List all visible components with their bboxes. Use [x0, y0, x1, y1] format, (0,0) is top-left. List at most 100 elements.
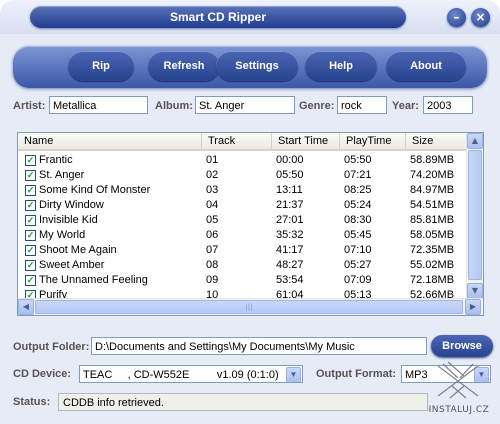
status-label: Status: [13, 396, 51, 408]
track-playtime: 07:10 [344, 244, 372, 256]
track-playtime: 05:24 [344, 199, 372, 211]
cd-device-select[interactable]: TEAC , CD-W552E v1.09 (0:1:0) ▼ [79, 365, 303, 383]
track-start: 48:27 [276, 259, 304, 271]
track-checkbox[interactable]: ✓ [25, 170, 36, 181]
track-size: 58.05MB [410, 229, 455, 241]
watermark-text: INSTALUJ.CZ [428, 405, 490, 415]
year-field[interactable]: 2003 [423, 96, 473, 114]
track-start: 13:11 [276, 184, 303, 196]
toolbar: Rip Refresh Settings Help About [13, 46, 487, 88]
track-start: 53:54 [276, 274, 304, 286]
track-list[interactable]: Name Track Start Time PlayTime Size ✓ Fr… [17, 132, 484, 316]
cd-device-value: TEAC , CD-W552E v1.09 (0:1:0) [83, 369, 279, 381]
track-number: 06 [206, 229, 219, 241]
artist-field[interactable]: Metallica [49, 96, 148, 114]
help-button[interactable]: Help [305, 51, 377, 81]
track-start: 27:01 [276, 214, 304, 226]
vertical-scrollbar[interactable]: ▲ ▼ [466, 133, 483, 299]
track-name: My World [39, 229, 86, 241]
output-format-label: Output Format: [316, 368, 397, 380]
settings-button[interactable]: Settings [216, 51, 298, 81]
track-row[interactable]: ✓ St. Anger 02 05:50 07:21 74.20MB [18, 168, 468, 183]
column-header-playtime[interactable]: PlayTime [340, 133, 406, 151]
track-number: 01 [206, 154, 219, 166]
track-name: The Unnamed Feeling [39, 274, 148, 286]
browse-button[interactable]: Browse [431, 335, 493, 357]
output-folder-label: Output Folder: [13, 341, 90, 353]
horizontal-scroll-thumb[interactable]: ||| [35, 300, 463, 314]
track-checkbox[interactable]: ✓ [25, 275, 36, 286]
track-name: Sweet Amber [39, 259, 105, 271]
track-row[interactable]: ✓ Dirty Window 04 21:37 05:24 54.51MB [18, 198, 468, 213]
scroll-up-icon[interactable]: ▲ [467, 133, 483, 149]
track-name: St. Anger [39, 169, 85, 181]
track-number: 07 [206, 244, 219, 256]
column-header-track[interactable]: Track [202, 133, 272, 151]
track-playtime: 07:21 [344, 169, 372, 181]
artist-label: Artist: [13, 100, 46, 112]
track-size: 72.18MB [410, 274, 455, 286]
track-start: 00:00 [276, 154, 304, 166]
track-name: Dirty Window [39, 199, 104, 211]
track-number: 08 [206, 259, 219, 271]
track-row[interactable]: ✓ Frantic 01 00:00 05:50 58.89MB [18, 153, 468, 168]
column-header-name[interactable]: Name [18, 133, 202, 151]
scroll-down-icon[interactable]: ▼ [467, 283, 483, 299]
track-name: Some Kind Of Monster [39, 184, 151, 196]
track-name: Frantic [39, 154, 73, 166]
scroll-right-icon[interactable]: ▶ [465, 299, 481, 315]
scroll-left-icon[interactable]: ◀ [18, 299, 34, 315]
track-playtime: 05:45 [344, 229, 372, 241]
track-number: 05 [206, 214, 219, 226]
genre-label: Genre: [299, 100, 335, 112]
column-header-start-time[interactable]: Start Time [272, 133, 340, 151]
album-label: Album: [155, 100, 193, 112]
track-row[interactable]: ✓ Invisible Kid 05 27:01 08:30 85.81MB [18, 213, 468, 228]
chevron-down-icon[interactable]: ▼ [286, 367, 301, 382]
refresh-button[interactable]: Refresh [148, 51, 220, 81]
track-number: 04 [206, 199, 219, 211]
rip-button[interactable]: Rip [68, 51, 134, 81]
close-button[interactable]: × [471, 8, 490, 27]
track-name: Invisible Kid [39, 214, 98, 226]
track-size: 84.97MB [410, 184, 455, 196]
track-checkbox[interactable]: ✓ [25, 200, 36, 211]
track-row[interactable]: ✓ Sweet Amber 08 48:27 05:27 55.02MB [18, 258, 468, 273]
track-name: Shoot Me Again [39, 244, 117, 256]
track-checkbox[interactable]: ✓ [25, 215, 36, 226]
track-start: 35:32 [276, 229, 304, 241]
minimize-button[interactable]: – [447, 8, 466, 27]
track-checkbox[interactable]: ✓ [25, 185, 36, 196]
track-size: 85.81MB [410, 214, 455, 226]
column-header-size[interactable]: Size [406, 133, 468, 151]
track-size: 58.89MB [410, 154, 455, 166]
app-window: Smart CD Ripper – × Rip Refresh Settings… [0, 0, 500, 424]
cd-device-label: CD Device: [13, 368, 72, 380]
track-number: 03 [206, 184, 219, 196]
year-label: Year: [392, 100, 419, 112]
track-row[interactable]: ✓ Some Kind Of Monster 03 13:11 08:25 84… [18, 183, 468, 198]
status-bar: CDDB info retrieved. [58, 393, 428, 411]
horizontal-scrollbar[interactable]: ◀ ||| ▶ [18, 298, 483, 315]
track-playtime: 05:50 [344, 154, 372, 166]
window-title: Smart CD Ripper [30, 6, 406, 28]
track-number: 09 [206, 274, 219, 286]
track-size: 74.20MB [410, 169, 455, 181]
track-row[interactable]: ✓ The Unnamed Feeling 09 53:54 07:09 72.… [18, 273, 468, 288]
track-checkbox[interactable]: ✓ [25, 245, 36, 256]
track-playtime: 05:27 [344, 259, 372, 271]
about-button[interactable]: About [386, 51, 466, 81]
genre-field[interactable]: rock [337, 96, 387, 114]
track-checkbox[interactable]: ✓ [25, 155, 36, 166]
track-size: 54.51MB [410, 199, 455, 211]
album-field[interactable]: St. Anger [195, 96, 295, 114]
track-checkbox[interactable]: ✓ [25, 260, 36, 271]
output-folder-field[interactable]: D:\Documents and Settings\My Documents\M… [91, 337, 427, 355]
track-checkbox[interactable]: ✓ [25, 230, 36, 241]
track-row[interactable]: ✓ Shoot Me Again 07 41:17 07:10 72.35MB [18, 243, 468, 258]
track-start: 21:37 [276, 199, 304, 211]
track-size: 72.35MB [410, 244, 455, 256]
track-start: 05:50 [276, 169, 304, 181]
vertical-scroll-thumb[interactable] [468, 150, 482, 280]
track-row[interactable]: ✓ My World 06 35:32 05:45 58.05MB [18, 228, 468, 243]
